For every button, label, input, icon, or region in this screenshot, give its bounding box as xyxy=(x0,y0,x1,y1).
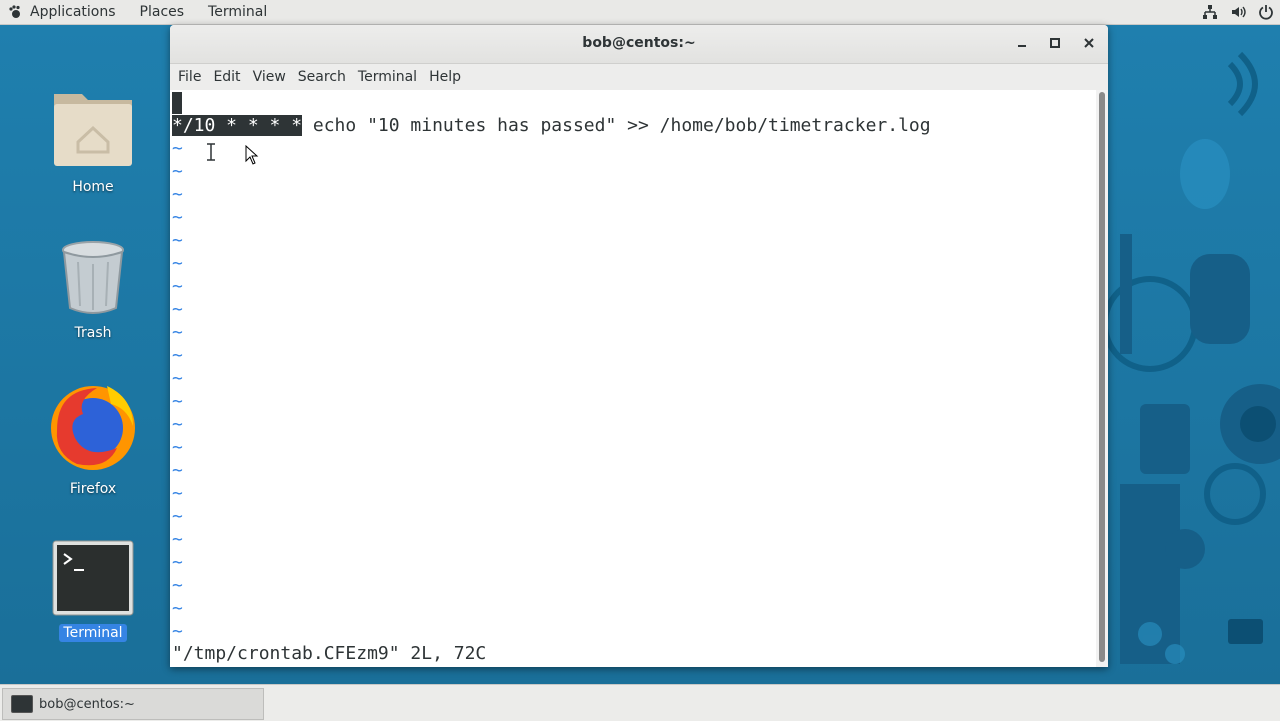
ibeam-cursor-icon xyxy=(207,143,215,161)
network-icon[interactable] xyxy=(1202,4,1218,20)
system-tray xyxy=(1202,0,1274,24)
firefox-icon xyxy=(51,386,135,470)
trash-icon xyxy=(62,241,124,314)
menu-view[interactable]: View xyxy=(247,64,292,90)
text-cursor xyxy=(172,92,182,114)
vim-tilde-line: ~ xyxy=(172,368,183,389)
terminal-content[interactable]: */10 * * * * echo "10 minutes has passed… xyxy=(170,90,1096,667)
power-icon[interactable] xyxy=(1258,4,1274,20)
crontab-line: */10 * * * * echo "10 minutes has passed… xyxy=(172,114,931,137)
window-title: bob@centos:~ xyxy=(582,35,696,51)
pointer-cursor-icon xyxy=(245,145,259,165)
menu-edit[interactable]: Edit xyxy=(207,64,246,90)
vim-tilde-line: ~ xyxy=(172,437,183,458)
vim-tilde-line: ~ xyxy=(172,230,183,251)
minimize-button[interactable] xyxy=(1010,31,1034,55)
window-titlebar[interactable]: bob@centos:~ xyxy=(170,25,1108,64)
vim-tilde-line: ~ xyxy=(172,414,183,435)
desktop-icon-trash[interactable]: Trash xyxy=(38,240,148,342)
bottom-taskbar: bob@centos:~ xyxy=(0,684,1280,721)
vim-tilde-line: ~ xyxy=(172,184,183,205)
wallpaper-decoration xyxy=(1102,51,1280,664)
vim-tilde-line: ~ xyxy=(172,253,183,274)
desktop-icon-terminal[interactable]: Terminal xyxy=(38,540,148,642)
terminal-app-menu[interactable]: Terminal xyxy=(196,0,279,24)
vim-tilde-line: ~ xyxy=(172,598,183,619)
desktop-icon-firefox[interactable]: Firefox xyxy=(38,380,148,498)
terminal-scrollbar[interactable] xyxy=(1096,90,1108,667)
applications-menu[interactable]: Applications xyxy=(0,0,128,24)
vim-tilde-line: ~ xyxy=(172,506,183,527)
folder-home-icon xyxy=(54,94,132,166)
menu-terminal[interactable]: Terminal xyxy=(352,64,423,90)
vim-status-line: "/tmp/crontab.CFEzm9" 2L, 72C xyxy=(172,643,487,664)
vim-tilde-line: ~ xyxy=(172,391,183,412)
vim-tilde-line: ~ xyxy=(172,529,183,550)
crontab-command: echo "10 minutes has passed" >> /home/bo… xyxy=(302,115,931,136)
vim-tilde-line: ~ xyxy=(172,276,183,297)
vim-tilde-line: ~ xyxy=(172,483,183,504)
close-button[interactable] xyxy=(1077,31,1101,55)
vim-tilde-line: ~ xyxy=(172,460,183,481)
vim-tilde-line: ~ xyxy=(172,207,183,228)
taskbar-item-terminal[interactable]: bob@centos:~ xyxy=(2,688,264,720)
menu-search[interactable]: Search xyxy=(292,64,352,90)
desktop-icon-label: Home xyxy=(72,179,114,195)
vim-tilde-line: ~ xyxy=(172,575,183,596)
vim-tilde-line: ~ xyxy=(172,552,183,573)
desktop-icon-label: Terminal xyxy=(59,624,127,642)
terminal-window: bob@centos:~ File Edit View Search Termi… xyxy=(170,25,1108,667)
vim-tilde-line: ~ xyxy=(172,138,183,159)
desktop-icon-label: Firefox xyxy=(69,481,117,497)
vim-tilde-line: ~ xyxy=(172,621,183,642)
top-panel: Applications Places Terminal xyxy=(0,0,1280,25)
terminal-icon xyxy=(52,540,134,616)
menu-file[interactable]: File xyxy=(172,64,207,90)
selected-schedule: */10 * * * * xyxy=(172,115,303,136)
maximize-button[interactable] xyxy=(1043,31,1067,55)
close-icon xyxy=(1084,38,1094,48)
menu-help[interactable]: Help xyxy=(423,64,467,90)
window-menubar: File Edit View Search Terminal Help xyxy=(170,64,1108,91)
terminal-small-icon xyxy=(11,695,33,713)
scrollbar-thumb[interactable] xyxy=(1099,92,1105,662)
desktop-icon-home[interactable]: Home xyxy=(38,84,148,196)
vim-tilde-line: ~ xyxy=(172,345,183,366)
volume-icon[interactable] xyxy=(1230,4,1246,20)
minimize-icon xyxy=(1018,45,1026,47)
desktop-icon-label: Trash xyxy=(74,325,112,341)
taskbar-item-label: bob@centos:~ xyxy=(39,696,135,712)
gnome-foot-icon xyxy=(9,5,20,18)
applications-label: Applications xyxy=(30,4,116,20)
maximize-icon xyxy=(1050,38,1060,48)
places-menu[interactable]: Places xyxy=(128,0,197,24)
vim-tilde-line: ~ xyxy=(172,322,183,343)
vim-tilde-line: ~ xyxy=(172,161,183,182)
vim-tilde-line: ~ xyxy=(172,299,183,320)
